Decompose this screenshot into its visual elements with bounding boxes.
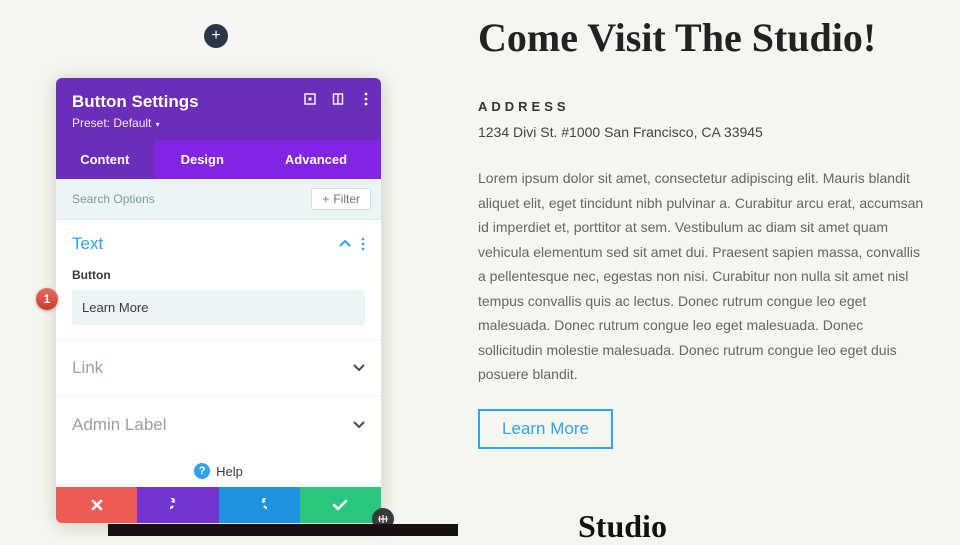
preset-selector[interactable]: Preset: Default ▾ [72, 116, 365, 130]
filter-button[interactable]: + Filter [311, 188, 371, 210]
section-text-title: Text [72, 234, 103, 254]
close-icon [90, 498, 104, 512]
address-label: ADDRESS [478, 99, 928, 114]
plus-icon: + [211, 27, 220, 45]
button-settings-panel: Button Settings Preset: Default ▾ Conten… [56, 78, 381, 523]
chevron-up-icon [339, 240, 351, 248]
help-label: Help [216, 464, 243, 479]
address-line: 1234 Divi St. #1000 San Francisco, CA 33… [478, 124, 928, 140]
page-title: Come Visit The Studio! [478, 14, 928, 61]
snap-icon[interactable] [331, 92, 345, 106]
section-text-body: Button [56, 268, 381, 339]
section-link-title: Link [72, 358, 103, 378]
chevron-down-icon [353, 364, 365, 372]
learn-more-button[interactable]: Learn More [478, 409, 613, 449]
redo-button[interactable] [219, 487, 300, 523]
help-icon: ? [194, 463, 210, 479]
section-admin-label-header[interactable]: Admin Label [56, 396, 381, 453]
panel-actions [56, 487, 381, 523]
search-row: Search Options + Filter [56, 179, 381, 220]
tab-design[interactable]: Design [154, 140, 252, 179]
search-input[interactable]: Search Options [72, 192, 155, 206]
kebab-menu-icon[interactable] [361, 237, 365, 251]
image-preview-peek [108, 524, 458, 536]
add-section-button[interactable]: + [204, 24, 228, 48]
section-admin-label-title: Admin Label [72, 415, 167, 435]
section-link-header[interactable]: Link [56, 339, 381, 396]
expand-icon[interactable] [303, 92, 317, 106]
plus-icon: + [322, 192, 329, 206]
section-text-header[interactable]: Text [56, 220, 381, 268]
button-text-input[interactable] [72, 290, 365, 325]
body-text: Lorem ipsum dolor sit amet, consectetur … [478, 166, 928, 387]
filter-label: Filter [333, 192, 360, 206]
page-content: Come Visit The Studio! ADDRESS 1234 Divi… [478, 14, 928, 449]
panel-tabs: Content Design Advanced [56, 140, 381, 179]
chevron-down-icon [353, 421, 365, 429]
undo-icon [170, 498, 186, 512]
annotation-step-1: 1 [36, 288, 58, 310]
preset-label: Preset: Default [72, 116, 151, 130]
cancel-button[interactable] [56, 487, 137, 523]
kebab-menu-icon[interactable] [359, 92, 373, 106]
save-button[interactable] [300, 487, 381, 523]
tab-content[interactable]: Content [56, 140, 154, 179]
help-button[interactable]: ? Help [56, 453, 381, 487]
panel-header-actions [303, 92, 373, 106]
tab-advanced[interactable]: Advanced [251, 140, 381, 179]
panel-header: Button Settings Preset: Default ▾ [56, 78, 381, 140]
redo-icon [251, 498, 267, 512]
undo-button[interactable] [137, 487, 218, 523]
check-icon [332, 499, 348, 511]
caret-down-icon: ▾ [153, 120, 159, 129]
button-field-label: Button [72, 268, 365, 282]
next-section-title-peek: Studio [578, 508, 667, 545]
